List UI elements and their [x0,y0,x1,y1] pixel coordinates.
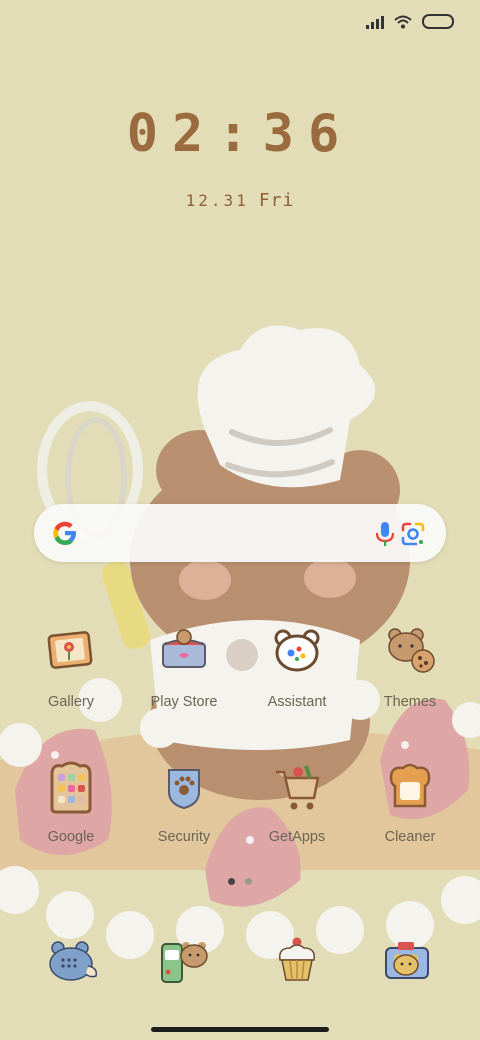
date-text: 12.31 [185,191,249,210]
page-dot-active [228,878,235,885]
app-label: Themes [383,694,437,710]
app-label: GetApps [268,829,326,845]
assistant-bear-icon [274,629,320,672]
dock-browser[interactable] [270,934,324,993]
app-getapps[interactable]: GetApps [249,760,345,845]
google-logo-icon [53,521,76,545]
messages-bear-icon [161,942,208,983]
gesture-navigation-bar[interactable] [151,1027,329,1032]
google-lens-icon[interactable] [400,521,426,547]
lockscreen-clock[interactable]: 02:36 [0,104,480,164]
app-label: Cleaner [384,829,436,845]
app-gallery[interactable]: Gallery [23,625,119,710]
security-paw-shield-icon [168,769,200,810]
app-cleaner[interactable]: Cleaner [362,760,458,845]
play-store-bear-shop-icon [162,629,206,668]
voice-search-mic-icon[interactable] [374,520,396,548]
app-label: Assistant [267,694,327,710]
app-label: Google [47,829,95,845]
phone-bear-icon [49,941,98,981]
dock-phone[interactable] [46,934,100,993]
status-bar [366,14,454,29]
themes-bear-cookie-icon [388,628,435,673]
cleaner-toast-icon [389,763,431,808]
camera-bear-icon [385,942,429,979]
wifi-icon [394,15,412,28]
app-assistant[interactable]: Assistant [249,625,345,710]
google-search-bar[interactable] [34,504,446,562]
app-security[interactable]: Security [136,760,232,845]
dock-camera[interactable] [380,934,434,993]
getapps-shopping-cart-icon [276,765,320,810]
google-folder-toast-icon [50,761,92,814]
dock-messages[interactable] [156,934,210,993]
app-label: Play Store [150,694,218,710]
clock-date[interactable]: 12.31 Fri [0,190,480,211]
app-label: Gallery [48,694,94,710]
page-dot-inactive [245,878,252,885]
app-label: Security [157,829,211,845]
browser-cupcake-icon [278,937,316,981]
gallery-flower-frame-icon [47,631,93,669]
app-play-store[interactable]: Play Store [136,625,232,710]
day-text: Fri [258,190,295,211]
page-indicator[interactable] [228,878,252,885]
battery-icon [422,14,454,29]
cellular-signal-icon [366,15,384,29]
app-themes[interactable]: Themes [362,625,458,710]
app-google-folder[interactable]: Google [23,760,119,845]
